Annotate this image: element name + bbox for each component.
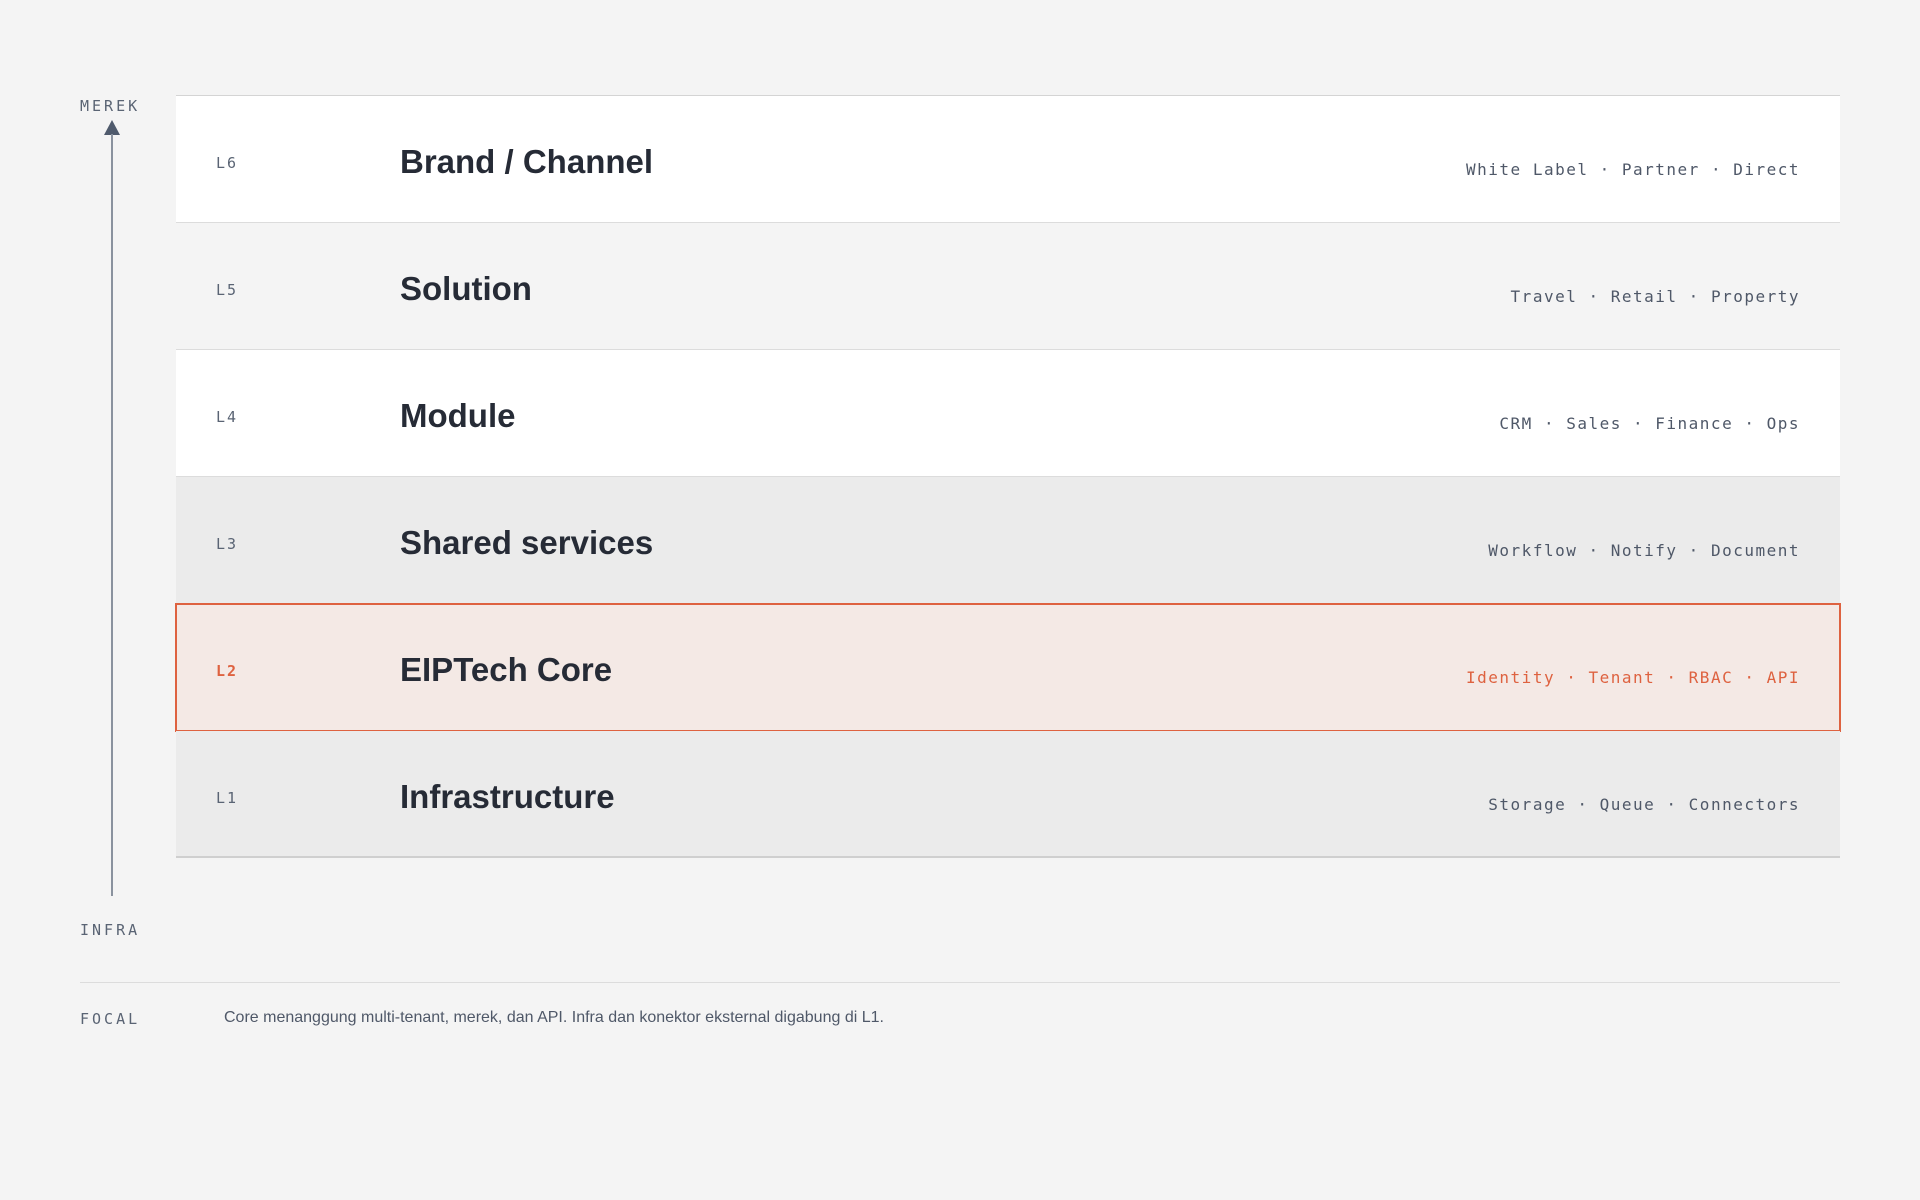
- layer-tags: Identity · Tenant · RBAC · API: [1466, 668, 1800, 687]
- layer-title: EIPTech Core: [400, 651, 613, 688]
- layer-tags: Travel · Retail · Property: [1510, 287, 1800, 306]
- layer-tags: White Label · Partner · Direct: [1466, 160, 1800, 179]
- layer-code: L2: [216, 662, 239, 680]
- layer-title: Shared services: [400, 524, 654, 561]
- layer-title: Solution: [400, 270, 532, 307]
- layer-tags: Storage · Queue · Connectors: [1488, 795, 1800, 814]
- axis-bottom-label: INFRA: [80, 921, 141, 939]
- layer-code: L3: [216, 535, 239, 553]
- layer-code: L6: [216, 154, 239, 172]
- layer-code: L4: [216, 408, 239, 426]
- arrow-up-icon: [104, 120, 120, 135]
- footer-note: Core menanggung multi-tenant, merek, dan…: [224, 1009, 884, 1026]
- layer-tags: CRM · Sales · Finance · Ops: [1499, 414, 1800, 433]
- layer-l4: L4 Module CRM · Sales · Finance · Ops: [176, 350, 1840, 477]
- layer-l1: L1 Infrastructure Storage · Queue · Conn…: [176, 731, 1840, 858]
- layer-tags: Workflow · Notify · Document: [1488, 541, 1800, 560]
- layer-l2-focal: L2 EIPTech Core Identity · Tenant · RBAC…: [175, 603, 1841, 732]
- axis-top-label: MEREK: [80, 97, 141, 115]
- layer-code: L5: [216, 281, 239, 299]
- axis-line: [111, 134, 113, 896]
- footer-divider: [80, 982, 1840, 983]
- layer-l3: L3 Shared services Workflow · Notify · D…: [176, 477, 1840, 604]
- layer-title: Module: [400, 397, 516, 434]
- layer-l5: L5 Solution Travel · Retail · Property: [176, 223, 1840, 350]
- layer-stack: L6 Brand / Channel White Label · Partner…: [175, 95, 1841, 858]
- layer-title: Brand / Channel: [400, 143, 654, 180]
- layer-code: L1: [216, 789, 239, 807]
- layer-title: Infrastructure: [400, 778, 615, 815]
- footer-label: FOCAL: [80, 1010, 141, 1028]
- layer-l6: L6 Brand / Channel White Label · Partner…: [176, 96, 1840, 223]
